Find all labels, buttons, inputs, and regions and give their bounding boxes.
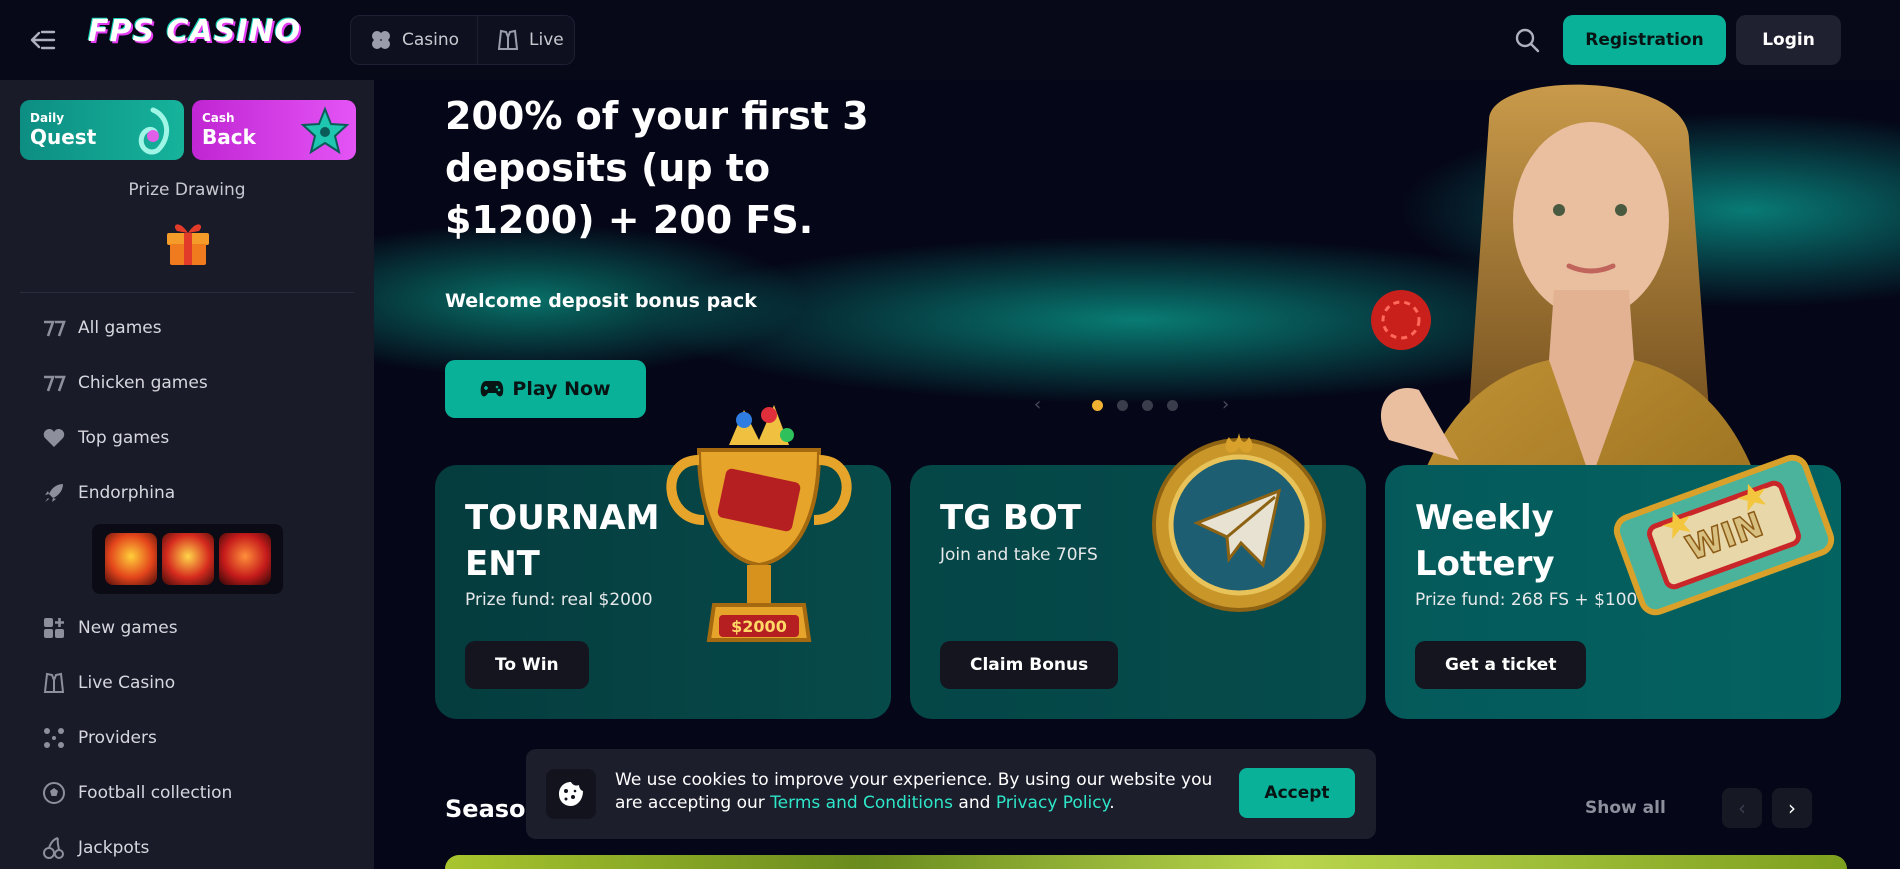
dealer-icon bbox=[43, 672, 65, 693]
hero-next-arrow[interactable]: › bbox=[1222, 396, 1236, 414]
accept-cookies-button[interactable]: Accept bbox=[1239, 768, 1355, 818]
sidebar-item-all-games[interactable]: All games bbox=[42, 313, 162, 343]
prize-drawing-label: Prize Drawing bbox=[128, 180, 246, 200]
terms-link[interactable]: Terms and Conditions bbox=[770, 793, 953, 813]
cookie-icon bbox=[546, 769, 596, 819]
game-thumbnail-hell-hot[interactable] bbox=[104, 533, 157, 585]
dots-icon bbox=[44, 728, 64, 748]
slider-dot[interactable] bbox=[1092, 399, 1103, 411]
sidebar-item-label: Football collection bbox=[78, 783, 233, 803]
sidebar-item-endorphina[interactable]: Endorphina bbox=[42, 478, 175, 508]
rocket-icon bbox=[45, 484, 63, 502]
sidebar-item-new-games[interactable]: New games bbox=[42, 613, 178, 643]
daily-quest-button[interactable]: Daily Quest bbox=[20, 100, 184, 160]
hero-prev-arrow[interactable]: ‹ bbox=[1034, 396, 1048, 414]
promo-small-label: Cash bbox=[202, 111, 235, 125]
login-button[interactable]: Login bbox=[1736, 15, 1841, 65]
svg-text:$2000: $2000 bbox=[731, 617, 787, 636]
seven-seven-icon bbox=[44, 375, 66, 392]
sidebar-item-providers[interactable]: Providers bbox=[42, 723, 157, 753]
cashback-button[interactable]: Cash Back bbox=[192, 100, 356, 160]
grid-plus-icon bbox=[44, 618, 64, 638]
search-icon[interactable] bbox=[1513, 26, 1541, 54]
nav-tab-label: Live bbox=[529, 30, 564, 50]
nav-tab-live[interactable]: Live bbox=[477, 16, 582, 64]
card-title: Weekly Lottery bbox=[1415, 498, 1555, 584]
slider-dot[interactable] bbox=[1167, 399, 1178, 411]
heart-icon bbox=[43, 429, 65, 447]
seven-seven-icon bbox=[44, 320, 66, 337]
game-thumbnail-joker-stoker[interactable] bbox=[218, 533, 271, 585]
sidebar-item-label: Jackpots bbox=[78, 838, 150, 858]
section-prev-button[interactable]: ‹ bbox=[1722, 788, 1762, 828]
cookie-banner: We use cookies to improve your experienc… bbox=[526, 749, 1376, 839]
sidebar-item-football-collection[interactable]: Football collection bbox=[42, 778, 232, 808]
sidebar-item-chicken-games[interactable]: Chicken games bbox=[42, 368, 208, 398]
promo-small-label: Daily bbox=[30, 111, 65, 125]
play-now-label: Play Now bbox=[512, 378, 611, 400]
card-title: TG BOT bbox=[940, 498, 1081, 538]
play-now-button[interactable]: Play Now bbox=[445, 360, 646, 418]
card-title: TOURNAMENT bbox=[465, 498, 660, 584]
privacy-link[interactable]: Privacy Policy bbox=[996, 793, 1109, 813]
show-all-link[interactable]: Show all bbox=[1585, 798, 1666, 818]
get-ticket-button[interactable]: Get a ticket bbox=[1415, 641, 1587, 689]
to-win-button[interactable]: To Win bbox=[465, 641, 589, 689]
sidebar-item-label: Live Casino bbox=[78, 673, 176, 693]
sidebar-item-label: Endorphina bbox=[78, 483, 176, 503]
collapse-menu-icon[interactable] bbox=[28, 26, 58, 54]
slider-dot[interactable] bbox=[1142, 399, 1153, 411]
telegram-coin-icon bbox=[1152, 433, 1326, 612]
sidebar: Daily Quest Cash Back Prize Drawing All … bbox=[0, 80, 374, 869]
sidebar-item-label: Providers bbox=[78, 728, 157, 748]
sidebar-item-live-casino[interactable]: Live Casino bbox=[42, 668, 175, 698]
nav-tab-casino[interactable]: Casino bbox=[351, 16, 477, 64]
slider-dot[interactable] bbox=[1117, 399, 1128, 411]
top-header: FPS CASINO Casino Live Registration Logi… bbox=[0, 0, 1900, 80]
hero-subtitle: Welcome deposit bonus pack bbox=[445, 290, 757, 312]
cookie-text-end: . bbox=[1109, 793, 1115, 813]
card-subtitle: Join and take 70FS bbox=[940, 545, 1098, 565]
dealer-icon bbox=[497, 29, 519, 50]
hero-title: 200% of your first 3 deposits (up to $12… bbox=[445, 94, 869, 242]
top-nav: Casino Live bbox=[350, 15, 575, 65]
sidebar-item-label: New games bbox=[78, 618, 178, 638]
trophy-icon: $2000 bbox=[666, 405, 852, 642]
clover-icon bbox=[372, 31, 390, 49]
sidebar-item-label: Top games bbox=[78, 428, 170, 448]
swirl-icon bbox=[138, 107, 170, 155]
promo-big-label: Quest bbox=[30, 125, 97, 149]
star-icon bbox=[300, 106, 350, 155]
game-thumbnail-lucky-streak[interactable] bbox=[161, 533, 214, 585]
lottery-ticket-icon: WIN bbox=[1613, 454, 1835, 616]
gift-icon[interactable] bbox=[163, 215, 213, 267]
nav-tab-label: Casino bbox=[402, 30, 460, 50]
site-logo[interactable]: FPS CASINO bbox=[88, 14, 301, 49]
sidebar-item-jackpots[interactable]: Jackpots bbox=[42, 833, 149, 863]
cherries-icon bbox=[43, 837, 64, 859]
section-next-button[interactable]: › bbox=[1772, 788, 1812, 828]
sidebar-item-label: All games bbox=[78, 318, 162, 338]
football-icon bbox=[43, 782, 65, 804]
sidebar-item-label: Chicken games bbox=[78, 373, 208, 393]
sidebar-item-top-games[interactable]: Top games bbox=[42, 423, 169, 453]
claim-bonus-button[interactable]: Claim Bonus bbox=[940, 641, 1119, 689]
hero-slider-dots: ‹ › bbox=[1034, 396, 1236, 414]
registration-button[interactable]: Registration bbox=[1563, 15, 1726, 65]
cookie-message: We use cookies to improve your experienc… bbox=[615, 769, 1215, 815]
sidebar-divider bbox=[20, 292, 354, 293]
cookie-text-and: and bbox=[953, 793, 996, 813]
gamepad-icon bbox=[481, 381, 504, 397]
promo-big-label: Back bbox=[202, 125, 256, 149]
games-row-preview[interactable] bbox=[445, 855, 1847, 869]
card-subtitle: Prize fund: real $2000 bbox=[465, 590, 653, 610]
endorphina-games bbox=[92, 524, 283, 594]
